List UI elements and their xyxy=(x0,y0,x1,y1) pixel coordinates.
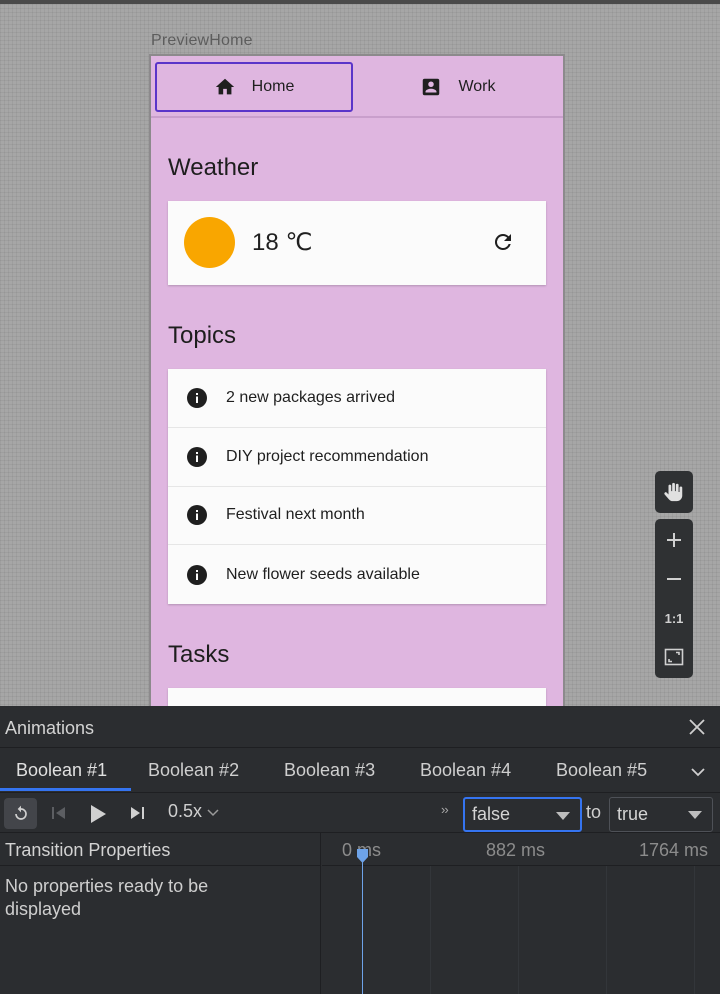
playback-controls: 0.5x ›› false to true xyxy=(0,793,720,833)
tasks-title: Tasks xyxy=(168,641,230,668)
transition-properties-pane: Transition Properties No properties read… xyxy=(0,833,321,994)
properties-header: Transition Properties xyxy=(0,833,321,866)
grid-line xyxy=(518,866,519,994)
double-chevron-icon: ›› xyxy=(441,802,449,817)
weather-card: 18 ℃ xyxy=(168,201,546,285)
empty-properties-message: No properties ready to be displayed xyxy=(5,876,209,919)
loop-icon xyxy=(14,805,27,820)
temperature: 18 ℃ xyxy=(252,229,313,256)
top-border xyxy=(0,0,720,4)
tab-work-label: Work xyxy=(458,78,496,95)
to-state-select[interactable]: true xyxy=(609,797,713,832)
playhead-line xyxy=(362,851,363,994)
zoom-out-button[interactable] xyxy=(655,567,693,591)
weather-title: Weather xyxy=(168,154,259,181)
topic-label: New flower seeds available xyxy=(226,565,420,583)
dropdown-arrow-icon xyxy=(688,811,702,819)
topic-label: Festival next month xyxy=(226,506,365,524)
list-item[interactable]: 2 new packages arrived xyxy=(168,369,546,428)
panel-header: Animations xyxy=(0,706,720,748)
pan-toolbox xyxy=(655,471,693,513)
animation-tabs: Boolean #1 Boolean #2 Boolean #3 Boolean… xyxy=(0,748,720,793)
tab-boolean-1[interactable]: Boolean #1 xyxy=(16,760,107,781)
dropdown-arrow-icon xyxy=(556,812,570,820)
grid-line xyxy=(430,866,431,994)
tick-label: 1764 ms xyxy=(639,840,709,860)
hand-icon xyxy=(664,482,683,502)
plus-icon xyxy=(667,533,681,547)
topic-label: DIY project recommendation xyxy=(226,447,429,465)
topics-card: 2 new packages arrived DIY project recom… xyxy=(168,369,546,604)
work-icon xyxy=(423,78,440,96)
zoom-toolbox: 1:1 xyxy=(655,519,693,678)
zoom-in-button[interactable] xyxy=(655,528,693,552)
pan-hand-button[interactable] xyxy=(655,480,693,504)
panel-title: Animations xyxy=(5,718,95,738)
info-icon xyxy=(187,387,207,408)
tab-boolean-2[interactable]: Boolean #2 xyxy=(148,760,239,781)
list-item[interactable]: Festival next month xyxy=(168,487,546,546)
grid-line xyxy=(606,866,607,994)
playhead-handle[interactable] xyxy=(357,849,368,863)
minus-icon xyxy=(667,578,681,580)
fit-screen-icon xyxy=(664,648,684,666)
home-icon xyxy=(215,78,234,95)
zoom-1-1-button[interactable]: 1:1 xyxy=(655,606,693,630)
from-state-value: false xyxy=(472,804,511,824)
info-icon xyxy=(187,564,207,585)
skip-to-start-button[interactable] xyxy=(48,802,70,824)
tab-home-label: Home xyxy=(251,78,295,95)
from-state-select[interactable]: false xyxy=(463,797,582,832)
tick-label: 882 ms xyxy=(486,840,546,860)
skip-forward-icon xyxy=(131,807,144,819)
topics-title: Topics xyxy=(168,322,237,349)
skip-back-icon xyxy=(52,807,65,819)
chevron-down-icon[interactable] xyxy=(688,762,708,782)
tab-home[interactable]: Home xyxy=(155,62,353,112)
preview-label: PreviewHome xyxy=(151,32,253,49)
chevron-down-icon xyxy=(207,809,219,817)
speed-selector[interactable]: 0.5x xyxy=(168,801,219,822)
tasks-card xyxy=(168,688,546,706)
sun-icon xyxy=(184,217,235,268)
tab-boolean-4[interactable]: Boolean #4 xyxy=(420,760,511,781)
timeline-header: 0 ms 882 ms 1764 ms xyxy=(322,833,720,866)
list-item[interactable]: DIY project recommendation xyxy=(168,428,546,487)
play-button[interactable] xyxy=(86,802,110,826)
animations-panel: Animations Boolean #1 Boolean #2 Boolean… xyxy=(0,706,720,994)
zoom-to-fit-button[interactable] xyxy=(655,645,693,669)
tab-bar: Home Work xyxy=(151,56,563,118)
device-preview[interactable]: Home Work Weather 18 ℃ Topics 2 new pack… xyxy=(149,54,565,706)
skip-to-end-button[interactable] xyxy=(126,802,148,824)
topic-label: 2 new packages arrived xyxy=(226,388,395,406)
timeline[interactable]: 0 ms 882 ms 1764 ms xyxy=(322,833,720,994)
to-label: to xyxy=(586,802,602,822)
design-canvas: PreviewHome Home Work Weather 18 ℃ Topic… xyxy=(0,0,720,706)
play-icon xyxy=(91,805,106,823)
close-icon[interactable] xyxy=(686,716,708,738)
speed-value: 0.5x xyxy=(168,801,203,821)
list-item[interactable]: New flower seeds available xyxy=(168,545,546,604)
to-state-value: true xyxy=(617,804,649,824)
active-tab-indicator xyxy=(0,788,131,791)
info-icon xyxy=(187,505,207,526)
tab-boolean-5[interactable]: Boolean #5 xyxy=(556,760,647,781)
loop-button[interactable] xyxy=(4,798,37,829)
info-icon xyxy=(187,446,207,467)
refresh-icon[interactable] xyxy=(491,230,515,254)
tab-work[interactable]: Work xyxy=(357,62,559,112)
grid-line xyxy=(694,866,695,994)
tab-boolean-3[interactable]: Boolean #3 xyxy=(284,760,375,781)
properties-title: Transition Properties xyxy=(5,840,171,860)
